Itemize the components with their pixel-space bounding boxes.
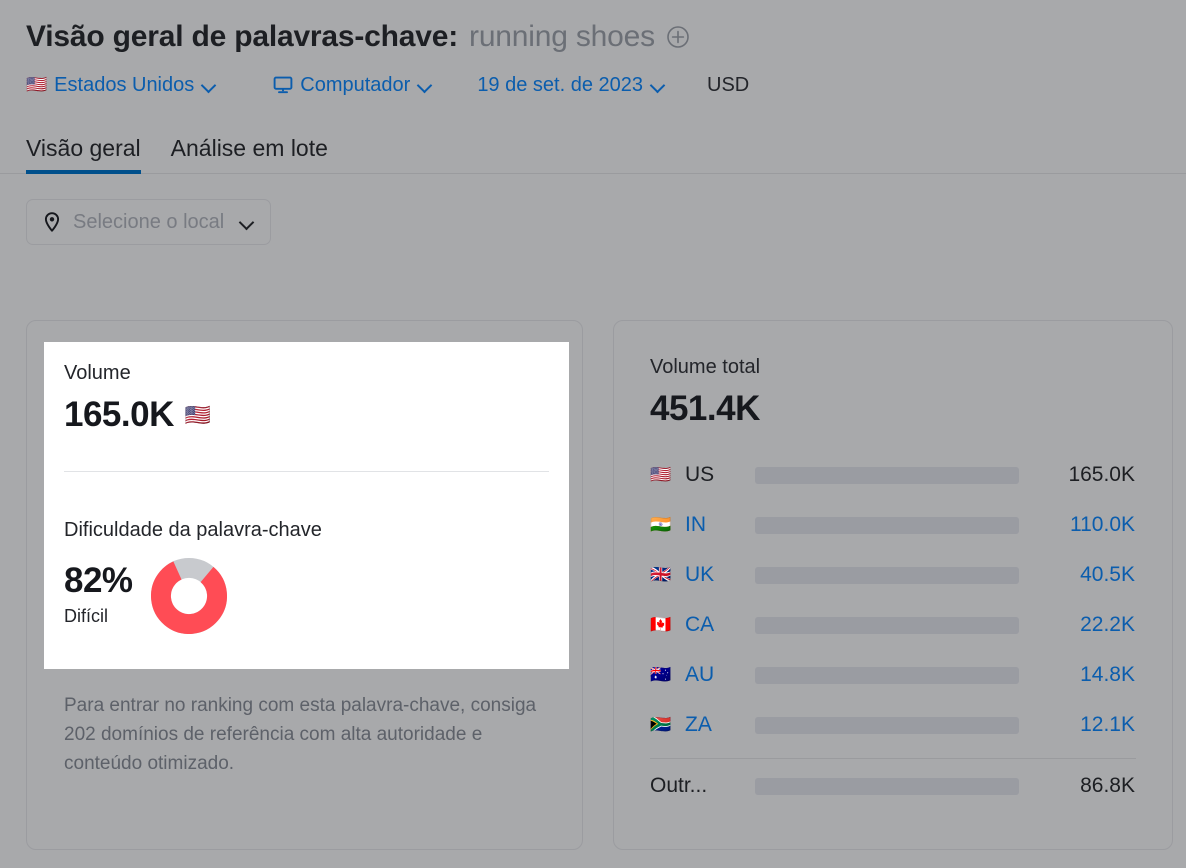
- country-row: 🇮🇳 IN 110.0K: [650, 500, 1136, 550]
- country-selector-label: Estados Unidos: [54, 73, 195, 96]
- us-flag-icon: 🇺🇸: [26, 74, 48, 95]
- others-row: Outr... 86.8K: [650, 759, 1136, 813]
- tab-overview-label: Visão geral: [26, 135, 141, 161]
- chevron-down-icon: [240, 215, 254, 229]
- date-selector-label: 19 de set. de 2023: [477, 73, 644, 96]
- keyword-overview-page: Visão geral de palavras-chave: running s…: [0, 0, 1186, 868]
- country-volume-value[interactable]: 14.8K: [1019, 663, 1136, 687]
- tab-bar: Visão geral Análise em lote: [0, 126, 1186, 174]
- total-volume-label: Volume total: [650, 356, 761, 378]
- us-flag-icon: 🇺🇸: [184, 402, 211, 427]
- device-selector[interactable]: Computador: [273, 74, 432, 97]
- country-flag-icon: 🇬🇧: [650, 564, 672, 585]
- total-volume-card: Volume total 451.4K 🇺🇸 US 165.0K 🇮🇳 IN 110.0K…: [613, 320, 1173, 850]
- keyword-difficulty-donut-chart: [150, 558, 227, 634]
- country-flag-icon: 🇿🇦: [650, 714, 672, 735]
- country-row: 🇨🇦 CA 22.2K: [650, 600, 1136, 650]
- location-filter-row: Selecione o local: [0, 174, 1186, 245]
- country-volume-value[interactable]: 110.0K: [1019, 513, 1136, 537]
- country-volume-value[interactable]: 40.5K: [1019, 563, 1136, 587]
- metrics-cards: Volume 165.0K 🇺🇸 Dificuldade da palavra-…: [26, 320, 1173, 850]
- keyword-difficulty-word: Difícil: [64, 605, 108, 626]
- total-volume-value: 451.4K: [650, 389, 760, 428]
- volume-difficulty-card: Volume 165.0K 🇺🇸 Dificuldade da palavra-…: [26, 320, 583, 850]
- country-flag-icon: 🇨🇦: [650, 614, 672, 635]
- chevron-down-icon: [202, 78, 216, 92]
- tab-batch-analysis-label: Análise em lote: [170, 135, 328, 161]
- monitor-icon: [273, 75, 293, 95]
- country-code-link[interactable]: IN: [685, 513, 755, 537]
- country-volume-value: 165.0K: [1068, 463, 1135, 486]
- country-bar-track: [755, 616, 1019, 634]
- country-volume-list: 🇺🇸 US 165.0K 🇮🇳 IN 110.0K 🇬🇧 UK 40.5K 🇨🇦 CA 22.2K 🇦🇺…: [650, 450, 1136, 750]
- country-code-link[interactable]: AU: [685, 663, 755, 687]
- header-meta-row: 🇺🇸 Estados Unidos Computador 19 de set. …: [26, 70, 1186, 100]
- country-row: 🇺🇸 US 165.0K: [650, 450, 1136, 500]
- location-select[interactable]: Selecione o local: [26, 199, 272, 245]
- date-selector[interactable]: 19 de set. de 2023: [477, 74, 665, 97]
- keyword-difficulty-label: Dificuldade da palavra-chave: [64, 519, 322, 541]
- country-bar-track: [755, 466, 1019, 484]
- country-selector[interactable]: 🇺🇸 Estados Unidos: [26, 74, 216, 97]
- keyword-difficulty-values: 82% Difícil: [64, 561, 133, 627]
- country-row: 🇿🇦 ZA 12.1K: [650, 700, 1136, 750]
- tab-batch-analysis[interactable]: Análise em lote: [171, 135, 328, 174]
- volume-value-row: 165.0K 🇺🇸: [64, 395, 549, 435]
- plus-circle-icon[interactable]: [666, 25, 690, 49]
- location-select-placeholder: Selecione o local: [73, 210, 225, 233]
- country-volume-value[interactable]: 12.1K: [1019, 713, 1136, 737]
- tab-overview[interactable]: Visão geral: [26, 135, 141, 174]
- country-row: 🇦🇺 AU 14.8K: [650, 650, 1136, 700]
- volume-value: 165.0K: [64, 395, 174, 434]
- country-flag-icon: 🇦🇺: [650, 664, 672, 685]
- others-label: Outr...: [650, 774, 708, 797]
- currency-label: USD: [707, 74, 749, 97]
- country-bar-track: [755, 666, 1019, 684]
- page-title-text: Visão geral de palavras-chave:: [26, 20, 459, 53]
- chevron-down-icon: [418, 78, 432, 92]
- country-code-link: US: [685, 463, 715, 486]
- page-header: Visão geral de palavras-chave: running s…: [0, 0, 1186, 100]
- country-volume-value[interactable]: 22.2K: [1019, 613, 1136, 637]
- country-code-link[interactable]: CA: [685, 613, 755, 637]
- volume-label: Volume: [64, 362, 131, 384]
- page-title: Visão geral de palavras-chave: running s…: [26, 16, 1186, 58]
- currency-text: USD: [707, 73, 750, 96]
- panel-divider: [64, 471, 549, 472]
- keyword-difficulty-percent: 82%: [64, 561, 133, 601]
- country-code-link[interactable]: ZA: [685, 713, 755, 737]
- volume-difficulty-panel: Volume 165.0K 🇺🇸 Dificuldade da palavra-…: [44, 342, 569, 669]
- keyword-text: running shoes: [469, 20, 655, 53]
- others-value: 86.8K: [1080, 774, 1135, 797]
- country-code-link[interactable]: UK: [685, 563, 755, 587]
- country-bar-track: [755, 716, 1019, 734]
- others-bar-track: [755, 777, 1019, 795]
- map-pin-icon: [41, 211, 63, 233]
- total-volume-inner: Volume total 451.4K 🇺🇸 US 165.0K 🇮🇳 IN 110.0K…: [614, 321, 1172, 813]
- keyword-difficulty-row: 82% Difícil: [64, 556, 549, 634]
- country-flag-icon: 🇮🇳: [650, 514, 672, 535]
- difficulty-note: Para entrar no ranking com esta palavra-…: [64, 695, 537, 774]
- device-selector-label: Computador: [300, 73, 411, 96]
- country-flag-icon: 🇺🇸: [650, 464, 672, 485]
- country-bar-track: [755, 566, 1019, 584]
- country-bar-track: [755, 516, 1019, 534]
- country-row: 🇬🇧 UK 40.5K: [650, 550, 1136, 600]
- chevron-down-icon: [651, 78, 665, 92]
